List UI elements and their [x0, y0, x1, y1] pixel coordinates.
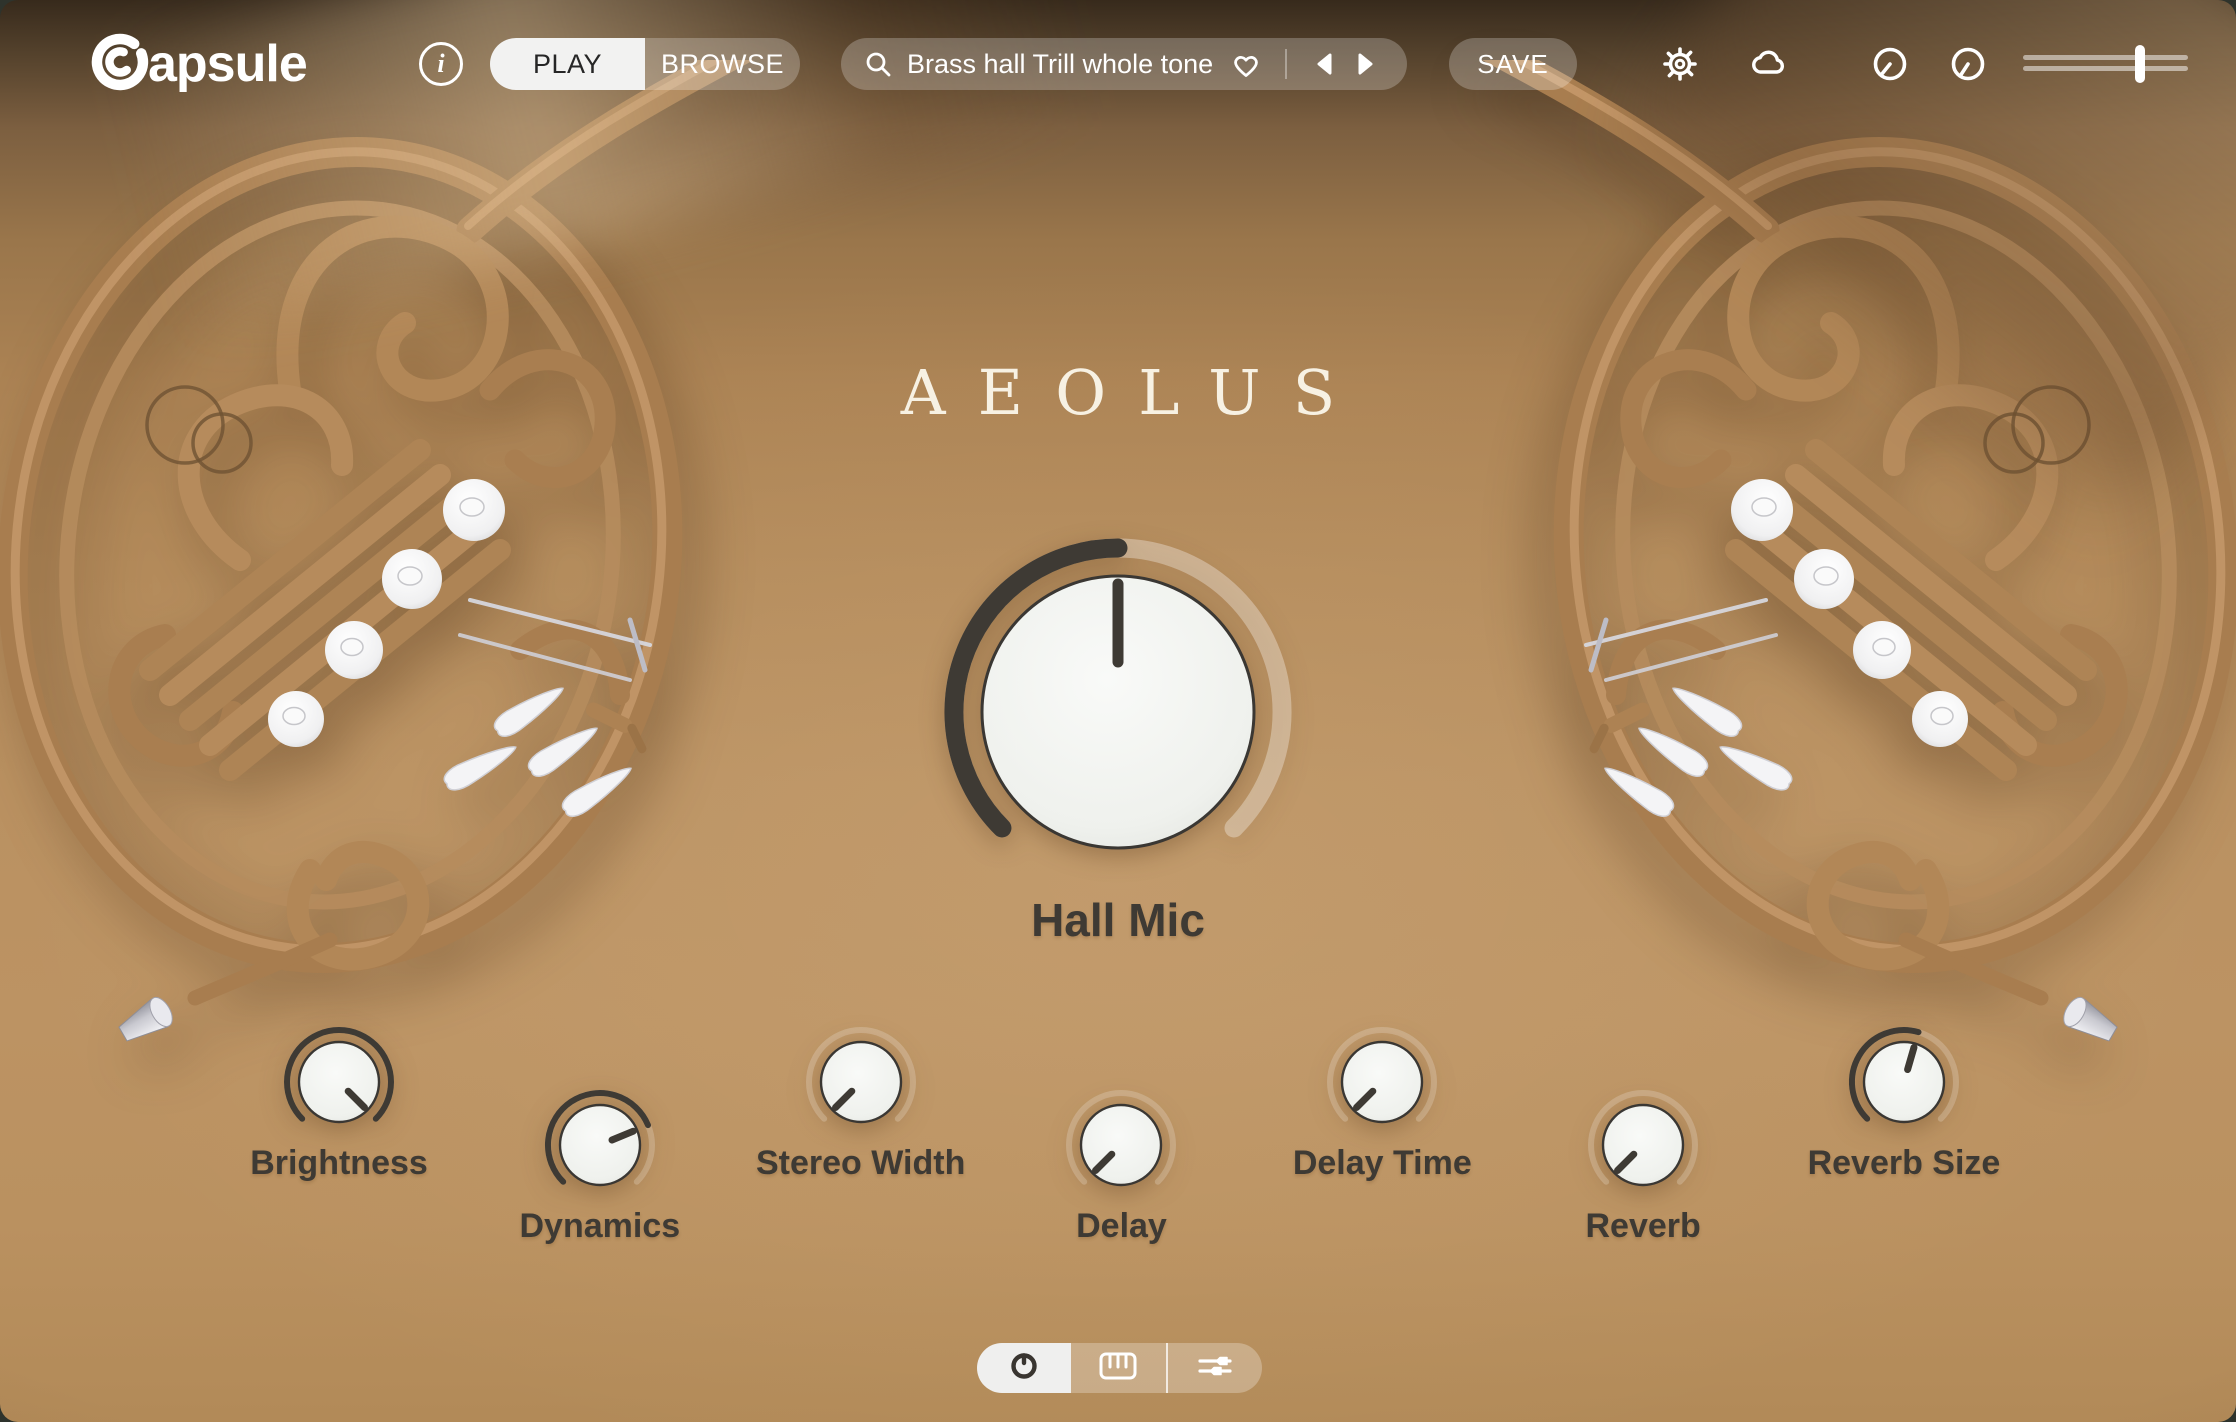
knob-a-icon[interactable] [1868, 42, 1912, 86]
keyboard-view-button[interactable] [1071, 1343, 1165, 1393]
svg-text:apsule: apsule [148, 35, 307, 93]
knob-b-icon[interactable] [1946, 42, 1990, 86]
volume-slider-handle[interactable] [2135, 45, 2145, 83]
knob-slot-dynamics: Dynamics [480, 1085, 720, 1246]
heart-icon[interactable] [1229, 49, 1263, 79]
knob-label: Dynamics [520, 1207, 681, 1246]
knob-view-button[interactable] [977, 1343, 1071, 1393]
view-switch [977, 1343, 1262, 1393]
knob-label: Reverb [1586, 1207, 1701, 1246]
search-icon [863, 49, 893, 79]
knob-label: Delay [1076, 1207, 1167, 1246]
hall-mic-knob[interactable] [938, 532, 1298, 892]
reverb-knob[interactable] [1583, 1085, 1703, 1205]
knob-slot-reverb-size: Reverb Size [1784, 1022, 2024, 1246]
delay-time-knob[interactable] [1322, 1022, 1442, 1142]
keyboard-icon [1099, 1351, 1137, 1386]
dynamics-knob[interactable] [540, 1085, 660, 1205]
knob-view-icon [1008, 1350, 1040, 1387]
cloud-icon[interactable] [1746, 42, 1790, 86]
main-knob-label: Hall Mic [0, 893, 2236, 947]
instrument-title: AEOLUS [0, 356, 2236, 429]
knob-label: Stereo Width [756, 1144, 965, 1183]
preset-search-bar[interactable]: Brass hall Trill whole tone [841, 38, 1407, 90]
knob-slot-brightness: Brightness [219, 1022, 459, 1246]
header: apsule i PLAY BROWSE Brass hall Trill wh… [0, 0, 2236, 110]
view-tabs: PLAY BROWSE [490, 38, 800, 90]
mixer-view-button[interactable] [1166, 1343, 1262, 1393]
info-glyph: i [437, 49, 444, 79]
knob-slot-reverb: Reverb [1523, 1085, 1763, 1246]
knob-slot-stereo-width: Stereo Width [741, 1022, 981, 1246]
delay-knob[interactable] [1061, 1085, 1181, 1205]
gear-icon[interactable] [1658, 42, 1702, 86]
slider-track [2023, 66, 2188, 71]
tab-browse[interactable]: BROWSE [645, 38, 800, 90]
next-arrow-icon[interactable] [1345, 46, 1385, 82]
prev-arrow-icon[interactable] [1305, 46, 1345, 82]
tab-play[interactable]: PLAY [490, 38, 645, 90]
plugin-window: apsule i PLAY BROWSE Brass hall Trill wh… [0, 0, 2236, 1422]
mixer-icon [1197, 1352, 1233, 1385]
preset-name: Brass hall Trill whole tone [907, 49, 1213, 80]
knob-label: Delay Time [1293, 1144, 1472, 1183]
reverb-size-knob[interactable] [1844, 1022, 1964, 1142]
volume-slider[interactable] [2023, 42, 2188, 86]
knob-slot-delay: Delay [1001, 1085, 1241, 1246]
info-icon[interactable]: i [419, 42, 463, 86]
divider [1285, 49, 1287, 79]
knob-label: Brightness [250, 1144, 428, 1183]
stereo-width-knob[interactable] [801, 1022, 921, 1142]
knob-label: Reverb Size [1808, 1144, 2001, 1183]
capsule-logo: apsule [84, 26, 354, 99]
slider-track [2023, 55, 2188, 60]
macro-knob-row: Brightness Dynamics Stereo Width Delay D… [219, 1022, 2024, 1246]
save-button[interactable]: SAVE [1449, 38, 1577, 90]
knob-slot-delay-time: Delay Time [1262, 1022, 1502, 1246]
brightness-knob[interactable] [279, 1022, 399, 1142]
